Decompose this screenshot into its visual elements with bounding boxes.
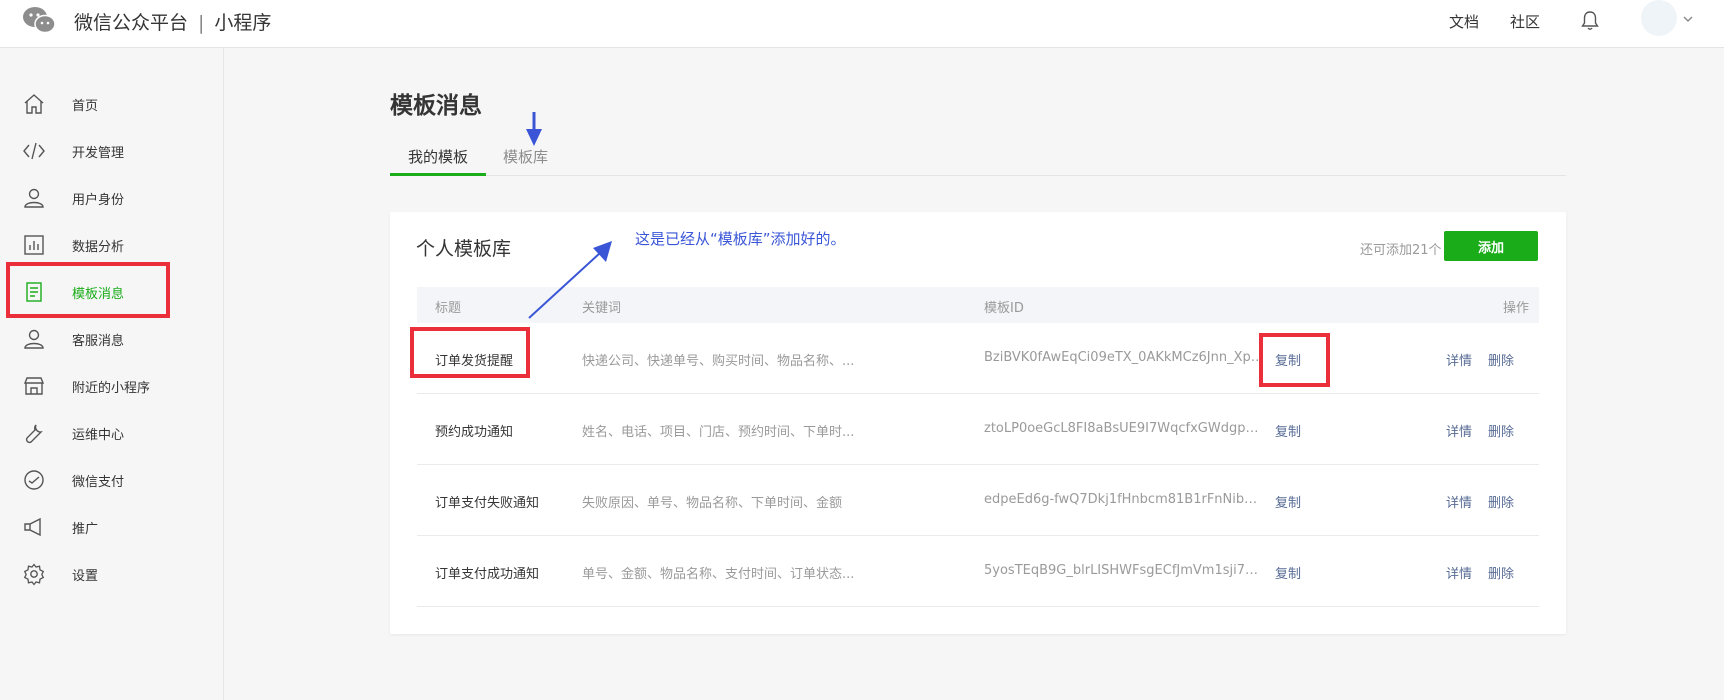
sidebar-item-home[interactable]: 首页 (0, 82, 224, 126)
row-title: 订单支付失败通知 (435, 496, 540, 511)
sidebar-item-label: 用户身份 (72, 193, 125, 208)
column-header-template-id: 模板ID (984, 301, 1024, 316)
table-row: 订单支付失败通知 失败原因、单号、物品名称、下单时间、金额 edpeEd6g-f… (417, 465, 1539, 536)
chart-icon (24, 235, 44, 255)
brand-separator: | (198, 12, 205, 34)
delete-link[interactable]: 删除 (1488, 421, 1514, 440)
delete-link[interactable]: 删除 (1488, 563, 1514, 582)
sidebar: 首页 开发管理 用户身份 数据分析 模板消息 客服消息 附近的小程序 运维中心 … (0, 48, 224, 700)
sidebar-item-customer-service[interactable]: 客服消息 (0, 317, 224, 361)
gear-icon (23, 563, 45, 586)
delete-link[interactable]: 删除 (1488, 492, 1514, 511)
sidebar-item-identity[interactable]: 用户身份 (0, 176, 224, 220)
wrench-icon (25, 424, 43, 444)
add-button[interactable]: 添加 (1444, 231, 1538, 261)
sidebar-item-label: 首页 (72, 99, 99, 114)
sidebar-item-wechat-pay[interactable]: 微信支付 (0, 458, 224, 502)
sidebar-item-label: 数据分析 (72, 240, 125, 255)
tab-template-library[interactable]: 模板库 (503, 146, 548, 167)
row-template-id: 5yosTEqB9G_blrLISHWFsgECfJmVm1sji73w... (984, 563, 1264, 578)
sidebar-item-label: 附近的小程序 (72, 381, 151, 396)
home-icon (24, 94, 44, 114)
sidebar-item-label: 推广 (72, 522, 99, 537)
sidebar-item-label: 设置 (72, 569, 99, 584)
sidebar-item-label: 微信支付 (72, 475, 125, 490)
payment-icon (24, 470, 44, 490)
sidebar-item-label: 开发管理 (72, 146, 125, 161)
row-keywords: 姓名、电话、项目、门店、预约时间、下单时... (582, 425, 855, 440)
column-header-actions: 操作 (1503, 301, 1530, 316)
detail-link[interactable]: 详情 (1446, 492, 1472, 511)
docs-link[interactable]: 文档 (1449, 11, 1479, 32)
card-title: 个人模板库 (416, 238, 512, 260)
brand-product: 小程序 (214, 12, 272, 34)
sidebar-item-analytics[interactable]: 数据分析 (0, 223, 224, 267)
sidebar-item-dev[interactable]: 开发管理 (0, 129, 224, 173)
row-keywords: 失败原因、单号、物品名称、下单时间、金额 (582, 496, 843, 511)
sidebar-item-label: 客服消息 (72, 334, 125, 349)
row-title: 订单支付成功通知 (435, 567, 540, 582)
highlight-box-first-row-title (410, 327, 530, 378)
row-template-id: edpeEd6g-fwQ7Dkj1fHnbcm81B1rFnNib9c... (984, 492, 1264, 507)
sidebar-item-settings[interactable]: 设置 (0, 552, 224, 596)
row-template-id: ztoLP0oeGcL8FI8aBsUE9I7WqcfxGWdgpW... (984, 421, 1264, 436)
chevron-down-icon[interactable] (1681, 12, 1695, 26)
code-icon (23, 142, 45, 160)
brand-title[interactable]: 微信公众平台 | 小程序 (74, 8, 271, 35)
copy-link[interactable]: 复制 (1275, 563, 1301, 582)
table-row: 订单支付成功通知 单号、金额、物品名称、支付时间、订单状态... 5yosTEq… (417, 536, 1539, 607)
top-bar: 微信公众平台 | 小程序 文档 社区 (0, 0, 1724, 48)
delete-link[interactable]: 删除 (1488, 350, 1514, 369)
template-card: 个人模板库 还可添加21个 添加 标题 关键词 模板ID 操作 订单发货提醒 快… (390, 212, 1566, 634)
row-template-id: BziBVK0fAwEqCi09eTX_0AKkMCz6Jnn_Xpl... (984, 350, 1264, 365)
sidebar-item-ops[interactable]: 运维中心 (0, 411, 224, 455)
bell-icon[interactable] (1580, 10, 1600, 32)
tab-my-templates[interactable]: 我的模板 (408, 146, 468, 167)
row-title: 预约成功通知 (435, 425, 514, 440)
table-row: 订单发货提醒 快递公司、快递单号、购买时间、物品名称、... BziBVK0fA… (417, 323, 1539, 394)
sidebar-item-label: 运维中心 (72, 428, 125, 443)
highlight-box-sidebar (6, 262, 170, 318)
avatar[interactable] (1641, 0, 1677, 36)
community-link[interactable]: 社区 (1510, 11, 1540, 32)
column-header-title: 标题 (435, 301, 462, 316)
store-icon (23, 377, 45, 395)
row-keywords: 单号、金额、物品名称、支付时间、订单状态... (582, 567, 855, 582)
table-header: 标题 关键词 模板ID 操作 (417, 287, 1539, 323)
sidebar-item-nearby[interactable]: 附近的小程序 (0, 364, 224, 408)
annotation-note: 这是已经从“模板库”添加好的。 (635, 230, 846, 248)
table-row: 预约成功通知 姓名、电话、项目、门店、预约时间、下单时... ztoLP0oeG… (417, 394, 1539, 465)
copy-link[interactable]: 复制 (1275, 421, 1301, 440)
user-icon (24, 329, 44, 349)
sidebar-item-promote[interactable]: 推广 (0, 505, 224, 549)
brand-name: 微信公众平台 (74, 12, 189, 34)
detail-link[interactable]: 详情 (1446, 563, 1472, 582)
highlight-box-copy-link (1259, 333, 1330, 387)
detail-link[interactable]: 详情 (1446, 421, 1472, 440)
user-icon (24, 188, 44, 208)
page-title: 模板消息 (390, 93, 482, 119)
row-keywords: 快递公司、快递单号、购买时间、物品名称、... (582, 354, 855, 369)
copy-link[interactable]: 复制 (1275, 492, 1301, 511)
megaphone-icon (24, 517, 41, 537)
wechat-logo-icon[interactable] (22, 6, 56, 34)
active-tab-indicator (390, 173, 486, 176)
quota-text: 还可添加21个 (1360, 243, 1442, 258)
detail-link[interactable]: 详情 (1446, 350, 1472, 369)
tab-bar: 我的模板 模板库 (390, 140, 1566, 176)
column-header-keywords: 关键词 (582, 301, 622, 316)
